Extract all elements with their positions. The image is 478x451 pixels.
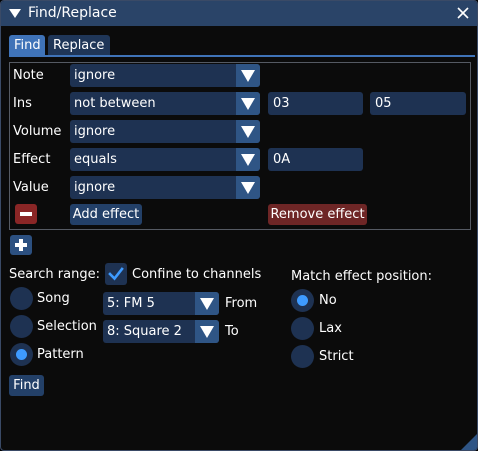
match-effect-strict-label: Strict	[319, 349, 354, 364]
to-channel-dropdown-button[interactable]	[195, 320, 219, 343]
effect-mode-dropdown-button[interactable]	[236, 148, 260, 171]
effect-label: Effect	[13, 152, 51, 167]
search-range-selection-radio[interactable]	[10, 315, 33, 338]
ins-to-value: 05	[375, 96, 392, 111]
add-effect-button[interactable]: Add effect	[70, 204, 142, 225]
ins-label: Ins	[13, 96, 32, 111]
match-effect-lax-label: Lax	[319, 321, 342, 336]
effect-value-text: 0A	[273, 152, 291, 167]
ins-mode-dropdown-button[interactable]	[236, 92, 260, 115]
ins-mode-combo[interactable]: not between	[70, 92, 260, 115]
ins-from-input[interactable]: 03	[268, 92, 363, 115]
title-bar[interactable]: Find/Replace	[1, 1, 477, 26]
from-channel-dropdown-button[interactable]	[195, 292, 219, 315]
from-label: From	[225, 296, 258, 311]
tab-replace[interactable]: Replace	[48, 35, 110, 56]
remove-query-button[interactable]	[15, 204, 37, 224]
value-mode-dropdown-button[interactable]	[236, 176, 260, 199]
minus-icon	[20, 212, 32, 216]
volume-mode-dropdown-button[interactable]	[236, 120, 260, 143]
to-channel-value: 8: Square 2	[107, 324, 182, 339]
tab-find[interactable]: Find	[9, 35, 45, 56]
note-mode-combo[interactable]: ignore	[70, 64, 260, 87]
confine-channels-label: Confine to channels	[132, 267, 262, 282]
search-range-song-label: Song	[37, 291, 70, 306]
ins-from-value: 03	[273, 96, 290, 111]
chevron-down-icon	[241, 154, 255, 166]
chevron-down-icon	[241, 70, 255, 82]
confine-channels-checkbox[interactable]	[105, 263, 127, 285]
effect-mode-combo[interactable]: equals	[70, 148, 260, 171]
note-label: Note	[13, 68, 44, 83]
search-range-pattern-radio[interactable]	[10, 343, 33, 366]
chevron-down-icon	[200, 326, 214, 338]
chevron-down-icon	[200, 298, 214, 310]
note-mode-dropdown-button[interactable]	[236, 64, 260, 87]
chevron-down-icon	[241, 98, 255, 110]
match-effect-no-radio[interactable]	[291, 289, 314, 312]
match-effect-strict-radio[interactable]	[291, 345, 314, 368]
checkmark-icon	[108, 267, 124, 281]
find-replace-window: Find/Replace Find Replace Note ignore In…	[0, 0, 478, 451]
match-effect-no-label: No	[319, 293, 337, 308]
search-range-pattern-label: Pattern	[37, 347, 84, 362]
ins-to-input[interactable]: 05	[370, 92, 466, 115]
match-effect-label: Match effect position:	[291, 269, 433, 284]
match-effect-lax-radio[interactable]	[291, 317, 314, 340]
from-channel-combo[interactable]: 5: FM 5	[103, 292, 219, 315]
value-mode-value: ignore	[74, 180, 116, 195]
collapse-triangle-icon[interactable]	[9, 9, 21, 18]
resize-grip-icon[interactable]	[459, 432, 477, 450]
chevron-down-icon	[241, 182, 255, 194]
chevron-down-icon	[241, 126, 255, 138]
to-label: To	[225, 324, 239, 339]
search-range-label: Search range:	[9, 267, 100, 282]
effect-mode-value: equals	[74, 152, 117, 167]
remove-effect-button[interactable]: Remove effect	[268, 204, 367, 225]
to-channel-combo[interactable]: 8: Square 2	[103, 320, 219, 343]
search-range-song-radio[interactable]	[10, 287, 33, 310]
search-range-selection-label: Selection	[37, 319, 97, 334]
value-label: Value	[13, 180, 49, 195]
note-mode-value: ignore	[74, 68, 116, 83]
effect-value-input[interactable]: 0A	[268, 148, 363, 171]
volume-label: Volume	[13, 124, 62, 139]
tab-underline	[9, 55, 475, 57]
from-channel-value: 5: FM 5	[107, 296, 155, 311]
add-query-button[interactable]	[10, 235, 32, 255]
volume-mode-value: ignore	[74, 124, 116, 139]
value-mode-combo[interactable]: ignore	[70, 176, 260, 199]
close-icon[interactable]	[456, 6, 470, 20]
find-button[interactable]: Find	[9, 375, 44, 396]
ins-mode-value: not between	[74, 96, 156, 111]
volume-mode-combo[interactable]: ignore	[70, 120, 260, 143]
window-title: Find/Replace	[28, 5, 117, 21]
